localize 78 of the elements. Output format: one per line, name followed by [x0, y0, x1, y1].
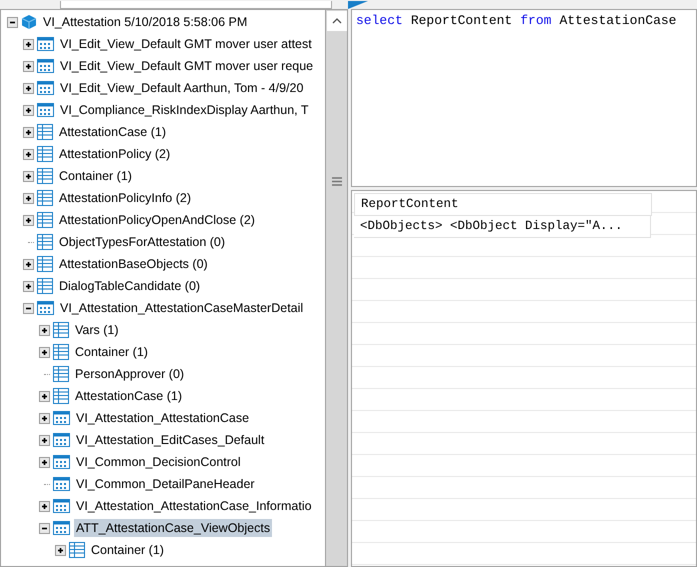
splitter-grip-icon[interactable]	[332, 177, 342, 186]
tree-item[interactable]: PersonApprover (0)	[73, 365, 186, 383]
tree-item[interactable]: VI_Attestation 5/10/2018 5:58:06 PM	[41, 13, 250, 31]
expander-icon[interactable]	[39, 390, 50, 402]
table-icon	[37, 124, 53, 140]
table-icon	[69, 542, 85, 558]
table-icon	[53, 322, 69, 338]
tree-item[interactable]: VI_Common_DetailPaneHeader	[74, 475, 257, 493]
table-icon	[53, 366, 69, 382]
table-icon	[37, 212, 53, 228]
table-icon	[37, 168, 53, 184]
grid-window-icon	[37, 81, 54, 95]
query-editor[interactable]: select ReportContent from AttestationCase	[351, 9, 697, 187]
column-header[interactable]: ReportContent	[354, 193, 652, 216]
grid-window-icon	[37, 59, 54, 73]
expander-icon[interactable]	[23, 302, 34, 314]
tree-item[interactable]: VI_Common_DecisionControl	[74, 453, 243, 471]
tree-item[interactable]: VI_Edit_View_Default Aarthun, Tom - 4/9/20	[58, 79, 306, 97]
expander-icon[interactable]	[23, 170, 34, 182]
expander-icon[interactable]	[23, 214, 34, 226]
scrollbar[interactable]	[325, 9, 348, 567]
table-cell: <DbObjects> <DbObject Display="A...	[354, 216, 651, 238]
table-icon	[53, 344, 69, 360]
tree-item[interactable]: VI_Attestation_EditCases_Default	[74, 431, 266, 449]
tree-item[interactable]: ObjectTypesForAttestation (0)	[57, 233, 228, 251]
table-icon	[37, 278, 53, 294]
expander-icon[interactable]	[39, 434, 50, 446]
grid-window-icon	[53, 455, 70, 469]
table-icon	[37, 146, 53, 162]
table-icon	[37, 234, 53, 250]
tree-item[interactable]: Container (1)	[57, 167, 134, 185]
table-icon	[53, 388, 69, 404]
tree-item[interactable]: Container (1)	[89, 541, 166, 559]
tree-item[interactable]: VI_Attestation_AttestationCaseMasterDetail	[58, 299, 306, 317]
expander-icon[interactable]	[23, 38, 34, 50]
expander-icon[interactable]	[39, 456, 50, 468]
grid-window-icon	[37, 301, 54, 315]
expander-icon[interactable]	[23, 104, 34, 116]
expander-icon[interactable]	[39, 346, 50, 358]
tree-item[interactable]: Container (1)	[73, 343, 150, 361]
cube-icon	[21, 14, 37, 30]
table-icon	[37, 190, 53, 206]
grid-window-icon	[53, 411, 70, 425]
tree-item[interactable]: AttestationPolicyOpenAndClose (2)	[57, 211, 257, 229]
expander-icon[interactable]	[23, 258, 34, 270]
tree-item[interactable]: VI_Compliance_RiskIndexDisplay Aarthun, T	[58, 101, 311, 119]
expander-icon[interactable]	[23, 82, 34, 94]
grid-window-icon	[53, 433, 70, 447]
tree-item[interactable]: VI_Attestation_AttestationCase	[74, 409, 252, 427]
tree-item[interactable]: AttestationPolicy (2)	[57, 145, 172, 163]
tree-item[interactable]: DialogTableCandidate (0)	[57, 277, 202, 295]
expander-icon[interactable]	[39, 324, 50, 336]
expander-icon[interactable]	[39, 412, 50, 424]
expander-icon[interactable]	[55, 544, 66, 556]
tree-item[interactable]: ATT_AttestationCase_ViewObjects	[74, 519, 272, 537]
tree-item[interactable]: VI_Attestation_AttestationCase_Informatio	[74, 497, 314, 515]
tree-item[interactable]: VI_Edit_View_Default GMT mover user reque	[58, 57, 316, 75]
scroll-up-icon[interactable]	[326, 11, 346, 31]
tree-item[interactable]: AttestationCase (1)	[73, 387, 184, 405]
expander-icon[interactable]	[23, 148, 34, 160]
tree-item[interactable]: VI_Edit_View_Default GMT mover user attest	[58, 35, 314, 53]
tree-item[interactable]: AttestationCase (1)	[57, 123, 168, 141]
expander-icon[interactable]	[23, 60, 34, 72]
expander-icon[interactable]	[39, 500, 50, 512]
expander-icon[interactable]	[7, 16, 18, 28]
table-icon	[37, 256, 53, 272]
expander-icon[interactable]	[23, 280, 34, 292]
tree-item[interactable]: AttestationBaseObjects (0)	[57, 255, 210, 273]
tree-item[interactable]: AttestationPolicyInfo (2)	[57, 189, 194, 207]
grid-window-icon	[53, 499, 70, 513]
expander-icon[interactable]	[39, 522, 50, 534]
expander-icon[interactable]	[23, 126, 34, 138]
grid-window-icon	[53, 477, 70, 491]
tree-item[interactable]: Vars (1)	[73, 321, 121, 339]
expander-icon[interactable]	[23, 192, 34, 204]
grid-window-icon	[37, 37, 54, 51]
grid-window-icon	[53, 521, 70, 535]
grid-window-icon	[37, 103, 54, 117]
